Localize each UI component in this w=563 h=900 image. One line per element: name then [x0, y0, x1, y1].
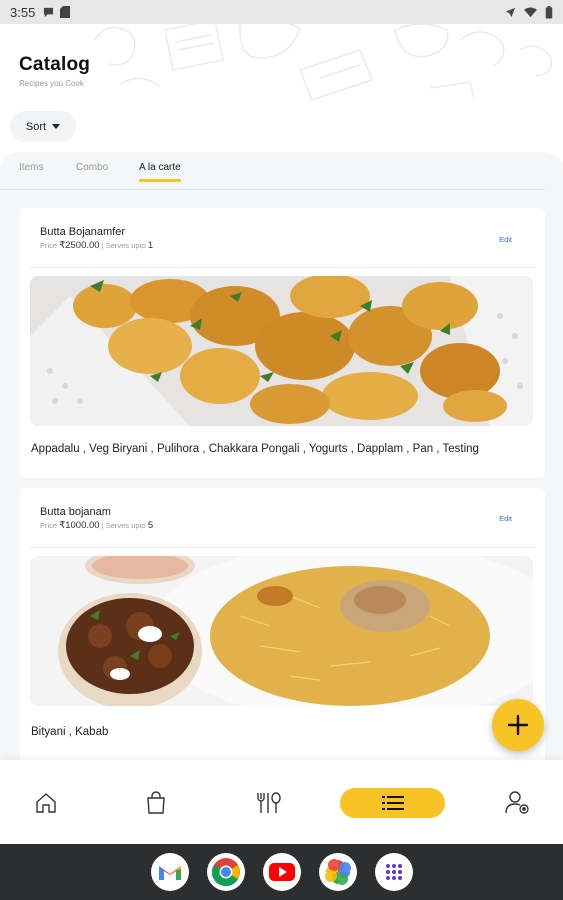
- price-value: ₹1000.00: [59, 520, 100, 531]
- nav-kitchen[interactable]: [252, 788, 286, 818]
- home-icon: [36, 793, 56, 813]
- price-value: ₹2500.00: [59, 240, 100, 251]
- recipe-image: [30, 556, 533, 706]
- nav-orders[interactable]: [140, 788, 172, 818]
- card-items: Appadalu , Veg Biryani , Pulihora , Chak…: [31, 443, 479, 455]
- system-dock: [0, 844, 563, 900]
- location-icon: [505, 7, 516, 17]
- recipe-card: Butta Bojanamfer Price ₹2500.00 | Serves…: [20, 208, 545, 478]
- status-time: 3:55: [10, 4, 36, 20]
- card-items: Bityani , Kabab: [31, 726, 109, 738]
- tab-combo[interactable]: Combo: [76, 162, 108, 173]
- tab-a-la-carte[interactable]: A la carte: [139, 162, 181, 182]
- sort-label: Sort: [25, 120, 47, 133]
- recipe-card: Butta bojanam Price ₹1000.00 | Serves up…: [20, 488, 545, 760]
- message-icon: [44, 7, 54, 17]
- sd-card-icon: [60, 6, 71, 18]
- serves-label: Serves upto: [105, 241, 146, 250]
- fork-spoon-icon: [257, 792, 281, 813]
- active-tab-indicator: [139, 179, 181, 182]
- shopping-bag-icon: [147, 791, 165, 814]
- serves-value: 5: [147, 520, 154, 531]
- price-label: Price: [40, 241, 58, 250]
- tab-bar: Items Combo A la carte: [0, 152, 545, 190]
- card-divider: [30, 547, 535, 548]
- battery-icon: [545, 5, 553, 19]
- bottom-navigation: [0, 760, 563, 844]
- page-title: Catalog: [19, 54, 91, 75]
- page-header: Catalog Recipes you Cook: [19, 54, 90, 88]
- nav-catalog[interactable]: [340, 788, 445, 818]
- photos-icon[interactable]: [318, 853, 357, 891]
- gmail-icon[interactable]: [150, 853, 189, 891]
- caret-down-icon: [52, 124, 61, 129]
- status-bar: 3:55: [0, 0, 563, 24]
- serves-label: Serves upto: [105, 521, 146, 530]
- list-icon: [381, 796, 404, 810]
- plus-icon: [507, 714, 529, 736]
- card-divider: [30, 267, 535, 268]
- edit-button[interactable]: Edit: [499, 514, 512, 523]
- card-meta: Price ₹2500.00 | Serves upto 1: [40, 240, 154, 251]
- sort-button[interactable]: Sort: [10, 111, 76, 142]
- youtube-icon[interactable]: [262, 853, 301, 891]
- page-subtitle: Recipes you Cook: [19, 79, 84, 88]
- card-title: Butta Bojanamfer: [40, 226, 125, 238]
- recipe-image: [30, 276, 533, 426]
- app-drawer-icon[interactable]: [374, 853, 413, 891]
- nav-profile[interactable]: [502, 788, 534, 818]
- chrome-icon[interactable]: [206, 853, 245, 891]
- nav-home[interactable]: [30, 788, 62, 818]
- catalog-panel: Items Combo A la carte Butta Bojanamfer …: [0, 152, 563, 760]
- user-settings-icon: [505, 791, 529, 814]
- card-meta: Price ₹1000.00 | Serves upto 5: [40, 520, 154, 531]
- tab-items[interactable]: Items: [19, 162, 43, 173]
- wifi-icon: [524, 6, 537, 17]
- add-recipe-button[interactable]: [492, 699, 544, 751]
- edit-button[interactable]: Edit: [499, 235, 512, 244]
- card-title: Butta bojanam: [40, 506, 111, 518]
- price-label: Price: [40, 521, 58, 530]
- serves-value: 1: [147, 240, 154, 251]
